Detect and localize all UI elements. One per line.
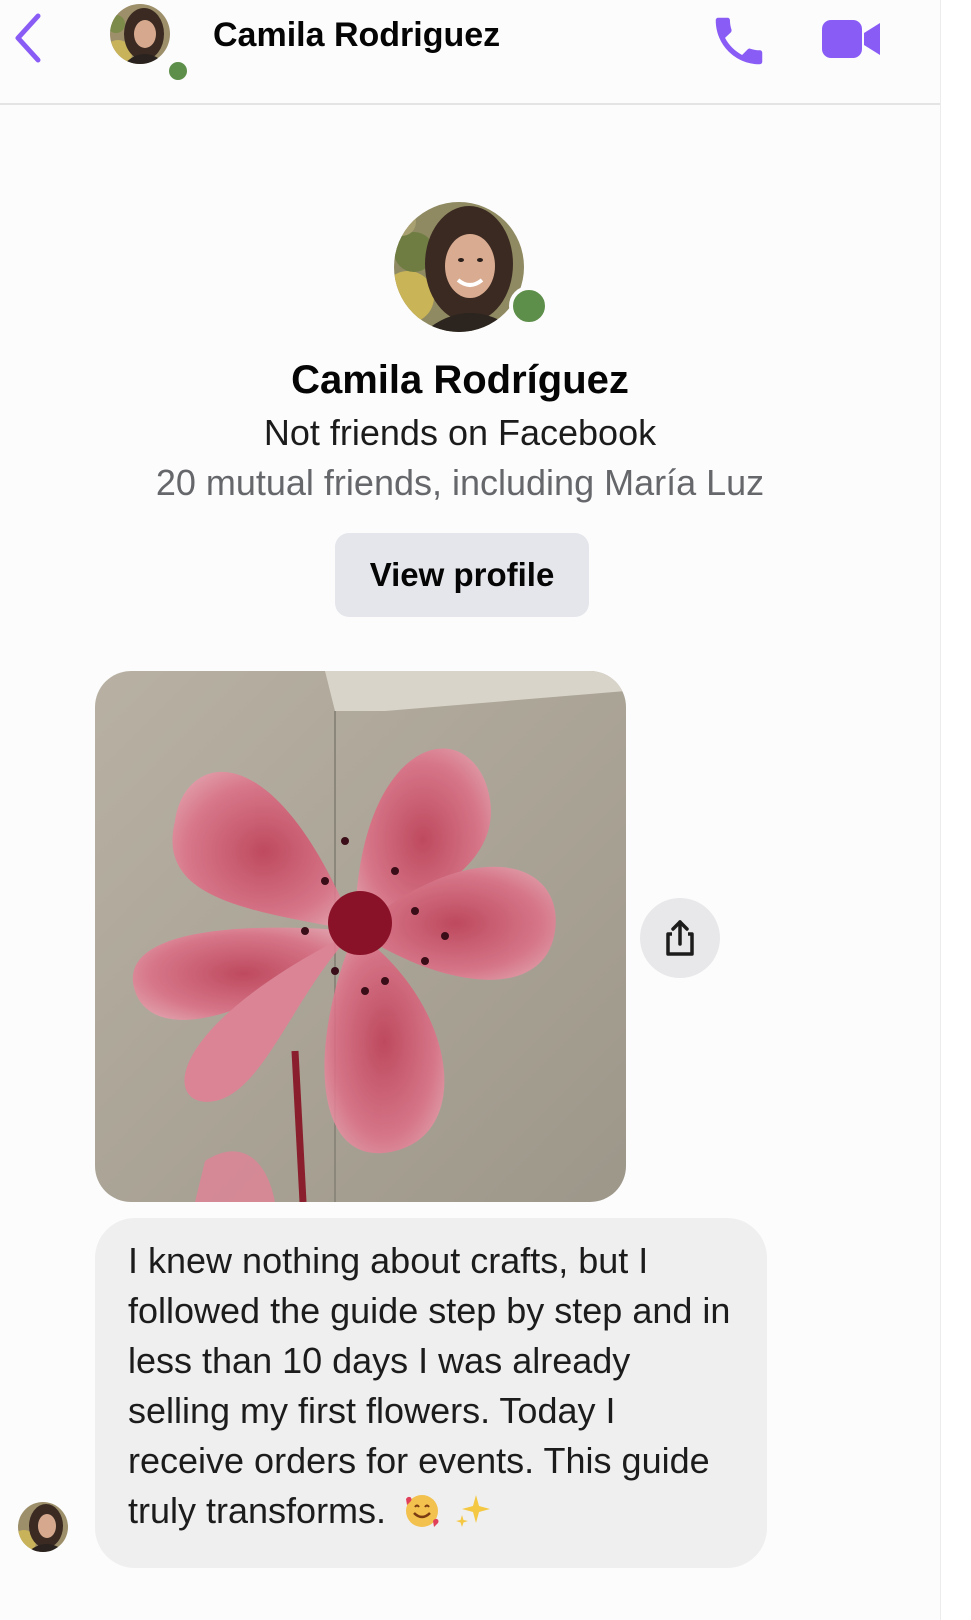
photo-message[interactable] [95, 671, 626, 1202]
message-text: I knew nothing about crafts, but I follo… [128, 1240, 731, 1531]
video-call-button[interactable] [816, 10, 886, 68]
view-profile-button[interactable]: View profile [335, 533, 589, 617]
messenger-chat: Camila Rodriguez Camila Rodríguez Not fr… [0, 0, 940, 1620]
profile-name: Camila Rodríguez [291, 358, 629, 402]
chat-header: Camila Rodriguez [0, 0, 940, 105]
voice-call-button[interactable] [706, 8, 772, 74]
header-avatar[interactable] [110, 4, 170, 64]
smiling-face-with-hearts-icon [406, 1495, 439, 1527]
mutual-friends: 20 mutual friends, including María Luz [155, 462, 765, 503]
sender-avatar[interactable] [18, 1502, 68, 1552]
sparkles-icon [456, 1495, 491, 1527]
share-button[interactable] [640, 898, 720, 978]
phone-icon [715, 17, 763, 65]
profile-online-indicator [509, 286, 549, 326]
contact-name[interactable]: Camila Rodriguez [213, 16, 500, 55]
video-camera-icon [822, 20, 880, 58]
share-icon [666, 920, 694, 956]
back-button[interactable] [8, 10, 48, 66]
profile-avatar[interactable] [394, 202, 524, 332]
friendship-status: Not friends on Facebook [263, 412, 657, 453]
chevron-left-icon [15, 13, 41, 63]
window-edge [940, 0, 971, 1620]
text-message[interactable]: I knew nothing about crafts, but I follo… [95, 1218, 767, 1568]
online-indicator [167, 60, 189, 82]
